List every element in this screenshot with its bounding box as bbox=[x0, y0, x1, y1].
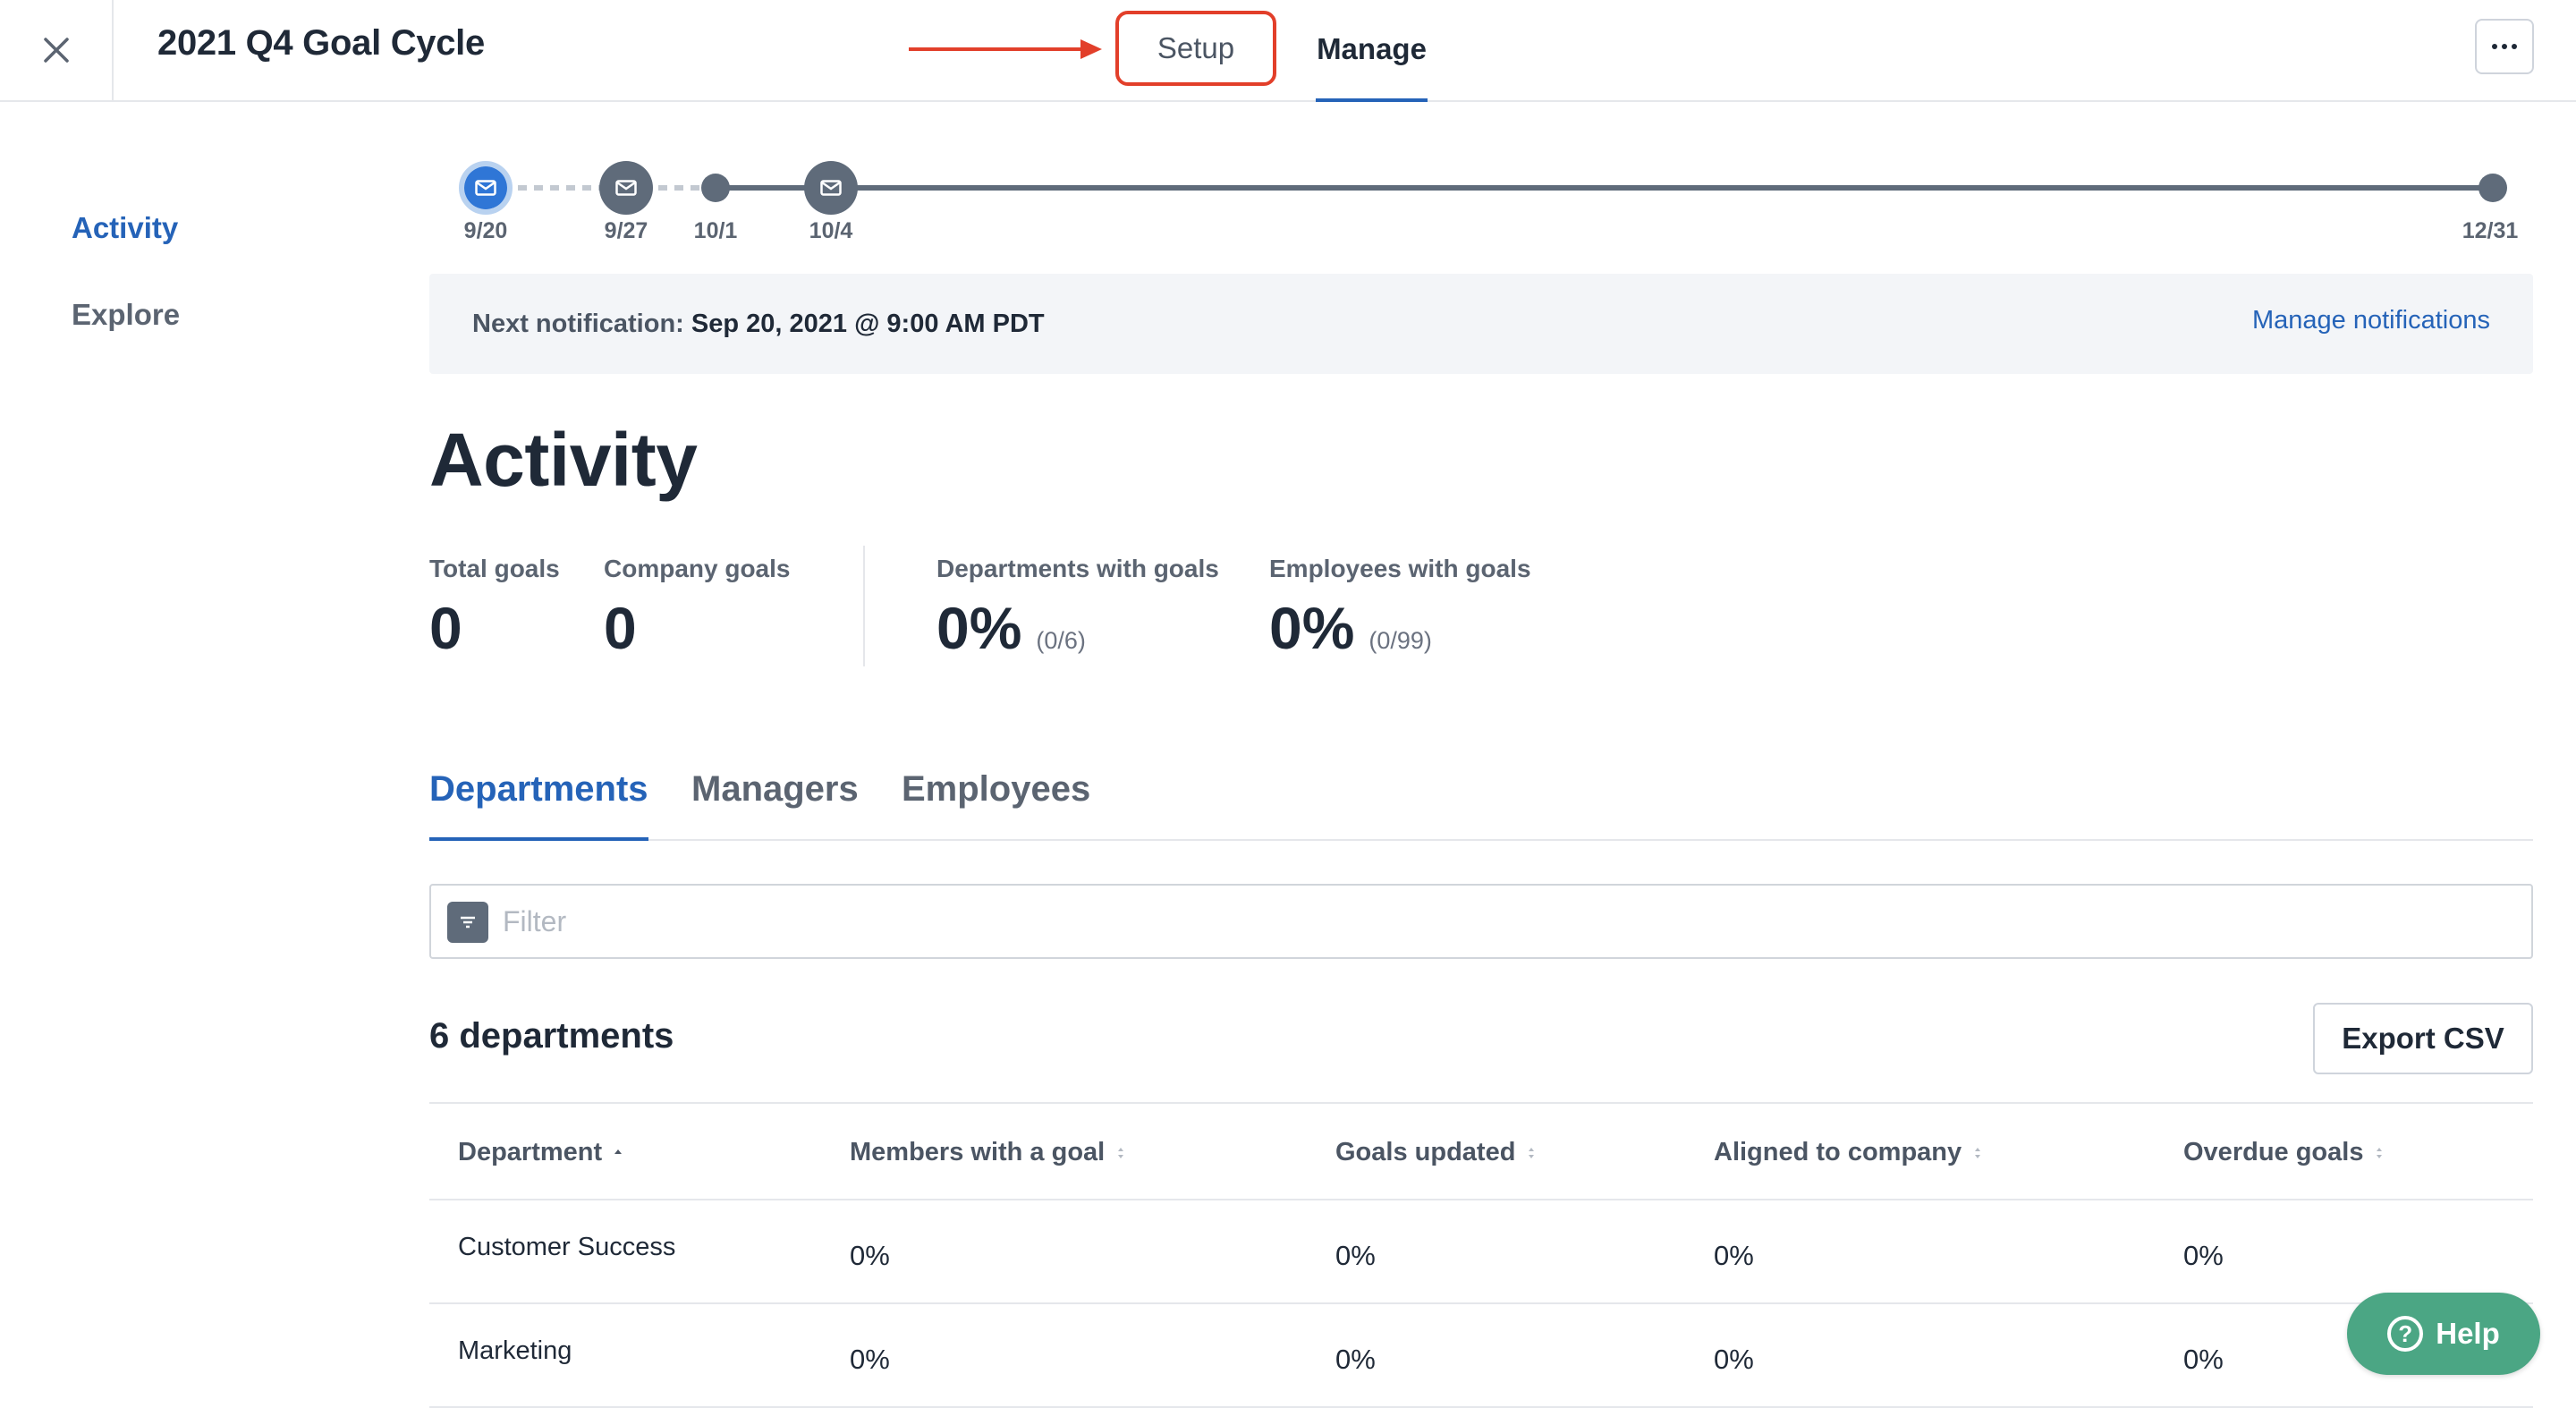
cell-aligned-to-company: 0% bbox=[1714, 1344, 1754, 1375]
manage-notifications-link[interactable]: Manage notifications bbox=[2252, 306, 2490, 335]
timeline-date: 10/1 bbox=[693, 218, 738, 243]
next-notification-label: Next notification: bbox=[472, 310, 684, 338]
table-row[interactable]: Marketing 0% 0% 0% 0% bbox=[429, 1304, 2533, 1408]
sort-icon bbox=[1975, 1148, 1981, 1159]
filter-box bbox=[429, 884, 2533, 959]
cell-members-with-goal: 0% bbox=[850, 1240, 890, 1271]
sort-icon bbox=[2377, 1148, 2383, 1159]
timeline-date: 10/4 bbox=[809, 218, 853, 243]
stat-value: 0% (0/99) bbox=[1269, 595, 1432, 661]
column-header-members-with-goal[interactable]: Members with a goal bbox=[850, 1138, 1126, 1167]
column-header-goals-updated[interactable]: Goals updated bbox=[1335, 1138, 1537, 1167]
stat-divider bbox=[863, 546, 865, 666]
cell-members-with-goal: 0% bbox=[850, 1344, 890, 1375]
nav-item-explore[interactable]: Explore bbox=[72, 298, 180, 332]
column-header-department[interactable]: Department bbox=[458, 1138, 623, 1167]
timeline-track bbox=[486, 185, 2493, 191]
notification-banner: Next notification: Sep 20, 2021 @ 9:00 A… bbox=[429, 274, 2533, 374]
section-heading: Activity bbox=[429, 418, 698, 502]
cell-overdue-goals: 0% bbox=[2183, 1240, 2224, 1271]
column-header-overdue-goals[interactable]: Overdue goals bbox=[2183, 1138, 2385, 1167]
timeline-node[interactable] bbox=[701, 174, 730, 202]
filter-icon[interactable] bbox=[447, 902, 488, 943]
mail-icon bbox=[475, 180, 496, 196]
cell-goals-updated: 0% bbox=[1335, 1240, 1376, 1271]
export-csv-button[interactable]: Export CSV bbox=[2313, 1003, 2533, 1074]
cell-department: Marketing bbox=[458, 1336, 572, 1365]
departments-table: Department Members with a goal Goals upd… bbox=[429, 1102, 2533, 1408]
question-icon: ? bbox=[2387, 1316, 2424, 1352]
stat-label: Company goals bbox=[604, 555, 791, 582]
timeline-node[interactable] bbox=[804, 161, 858, 215]
mail-icon bbox=[615, 180, 637, 196]
stat-label: Departments with goals bbox=[936, 555, 1219, 582]
timeline-date: 9/27 bbox=[604, 218, 648, 243]
cell-aligned-to-company: 0% bbox=[1714, 1240, 1754, 1271]
cell-overdue-goals: 0% bbox=[2183, 1344, 2224, 1375]
timeline-node[interactable] bbox=[599, 161, 653, 215]
stat-label: Total goals bbox=[429, 555, 560, 582]
filter-input[interactable] bbox=[503, 887, 2470, 955]
sort-ascending-icon bbox=[614, 1149, 623, 1155]
timeline-date: 12/31 bbox=[2462, 218, 2519, 243]
table-row[interactable]: Customer Success 0% 0% 0% 0% bbox=[429, 1200, 2533, 1304]
next-notification-value: Sep 20, 2021 @ 9:00 AM PDT bbox=[691, 310, 1045, 338]
help-button[interactable]: ? Help bbox=[2347, 1293, 2540, 1375]
stat-label: Employees with goals bbox=[1269, 555, 1531, 582]
sort-icon bbox=[1529, 1148, 1535, 1159]
subtab-bar: Departments Managers Employees bbox=[429, 769, 2533, 841]
timeline-node-current[interactable] bbox=[459, 161, 513, 215]
mail-icon bbox=[820, 180, 842, 196]
column-header-aligned-to-company[interactable]: Aligned to company bbox=[1714, 1138, 1983, 1167]
cell-goals-updated: 0% bbox=[1335, 1344, 1376, 1375]
timeline-date: 9/20 bbox=[463, 218, 508, 243]
timeline-node[interactable] bbox=[2479, 174, 2507, 202]
stat-value: 0 bbox=[604, 595, 637, 661]
sort-icon bbox=[1118, 1148, 1124, 1159]
table-header: Department Members with a goal Goals upd… bbox=[429, 1102, 2533, 1200]
stat-ratio: (0/6) bbox=[1036, 627, 1086, 654]
tab-departments[interactable]: Departments bbox=[429, 769, 648, 841]
tab-managers[interactable]: Managers bbox=[691, 769, 859, 841]
departments-count: 6 departments bbox=[429, 1016, 674, 1056]
help-label: Help bbox=[2436, 1317, 2500, 1350]
cell-department: Customer Success bbox=[458, 1233, 676, 1261]
stat-value: 0 bbox=[429, 595, 462, 661]
tab-employees[interactable]: Employees bbox=[902, 769, 1090, 841]
stat-ratio: (0/99) bbox=[1368, 627, 1432, 654]
stat-value: 0% (0/6) bbox=[936, 595, 1086, 661]
next-notification: Next notification: Sep 20, 2021 @ 9:00 A… bbox=[472, 310, 1045, 339]
